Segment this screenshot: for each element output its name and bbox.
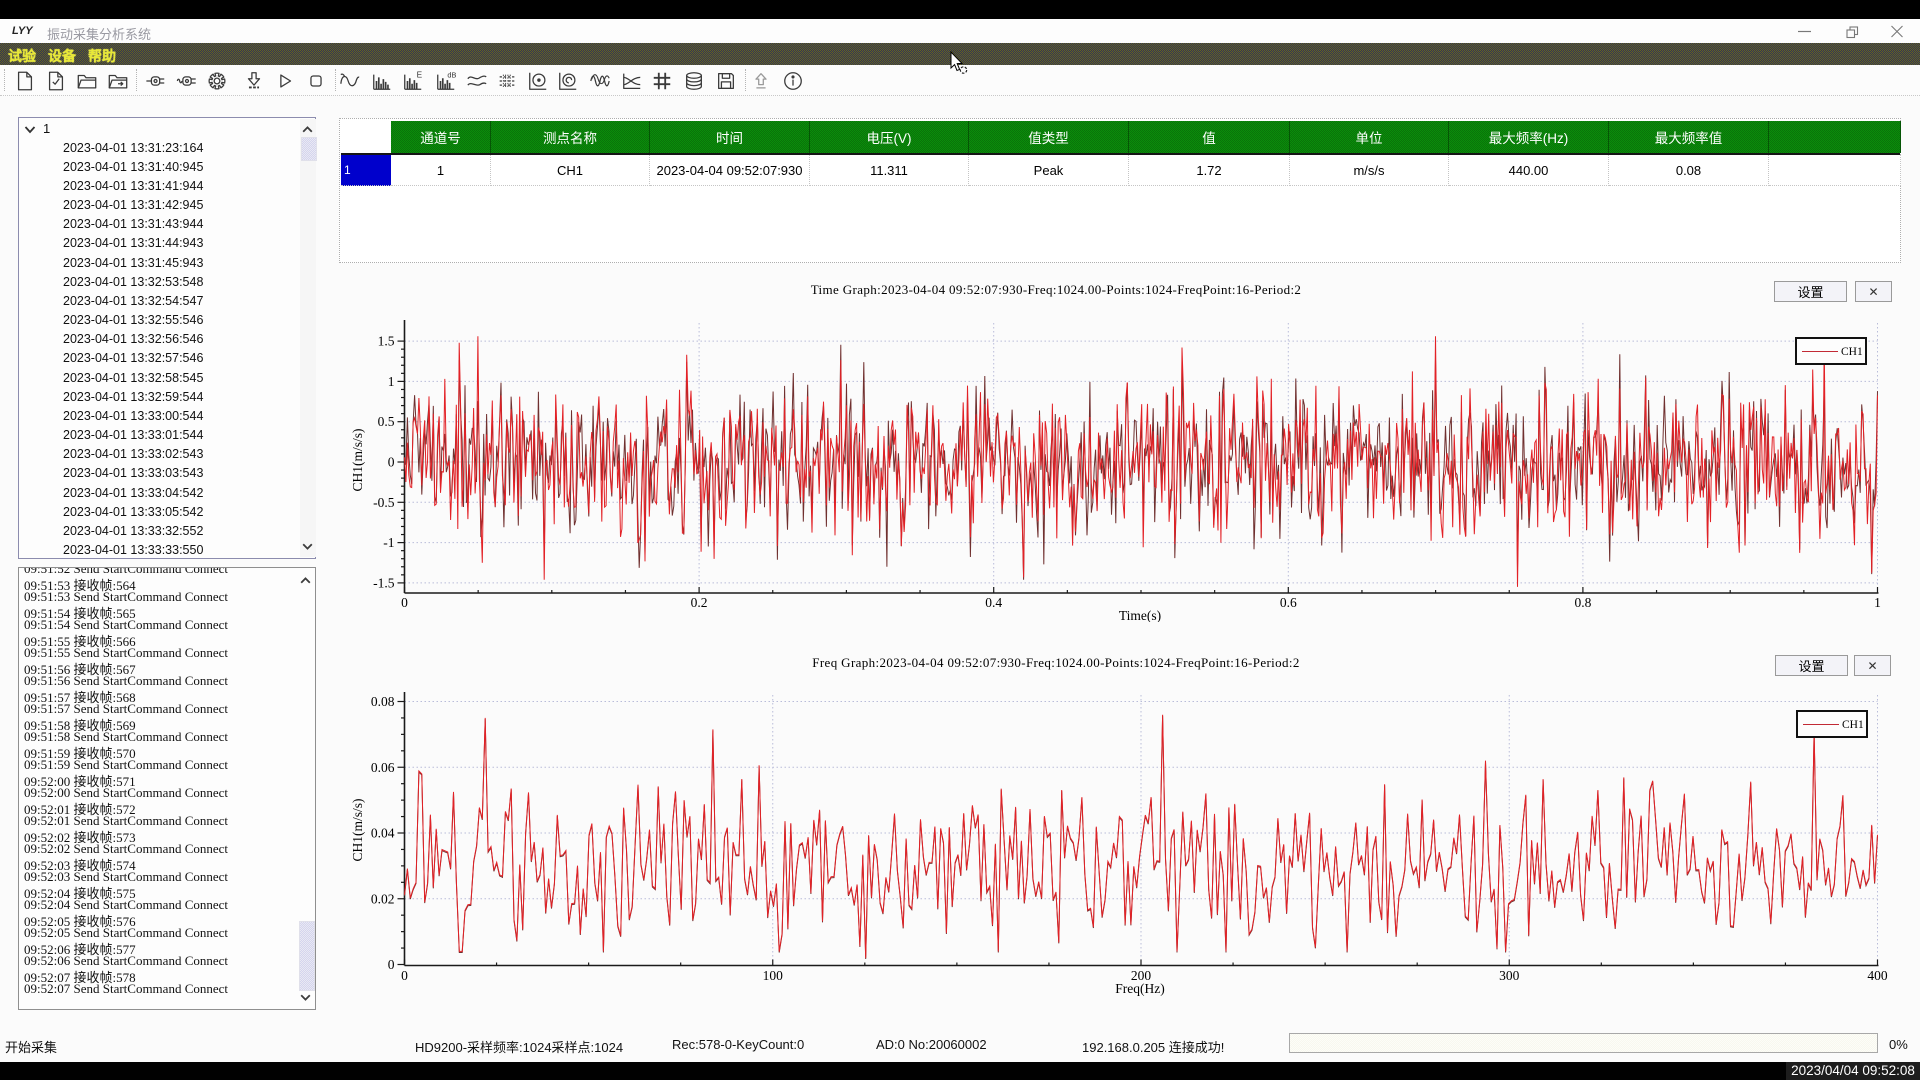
svg-text:0.6: 0.6 — [1280, 595, 1297, 610]
svg-text:1: 1 — [1874, 595, 1881, 610]
svg-text:-1.5: -1.5 — [373, 575, 395, 590]
svg-text:0.08: 0.08 — [371, 694, 395, 709]
svg-text:0.2: 0.2 — [691, 595, 708, 610]
svg-text:dB: dB — [447, 70, 456, 79]
svg-text:0.4: 0.4 — [985, 595, 1002, 610]
svg-text:0: 0 — [401, 968, 408, 983]
svg-text:Time(s): Time(s) — [1119, 608, 1161, 622]
svg-text:0: 0 — [388, 957, 395, 972]
svg-text:0.5: 0.5 — [378, 414, 395, 429]
svg-text:-0.5: -0.5 — [373, 495, 395, 510]
svg-text:0: 0 — [388, 455, 395, 470]
svg-text:Freq(Hz): Freq(Hz) — [1115, 981, 1164, 996]
svg-text:E: E — [417, 70, 423, 79]
svg-text:100: 100 — [763, 968, 784, 983]
svg-text:400: 400 — [1867, 968, 1888, 983]
svg-text:0.06: 0.06 — [371, 760, 395, 775]
svg-text:CH1(m/s/s): CH1(m/s/s) — [350, 428, 365, 491]
svg-text:1: 1 — [388, 374, 395, 389]
svg-text:0.02: 0.02 — [371, 891, 395, 906]
svg-text:1.5: 1.5 — [378, 334, 395, 349]
svg-text:CH1(m/s/s): CH1(m/s/s) — [350, 798, 365, 861]
svg-text:300: 300 — [1499, 968, 1520, 983]
svg-text:0.04: 0.04 — [371, 826, 395, 841]
svg-text:0: 0 — [401, 595, 408, 610]
svg-text:0.8: 0.8 — [1574, 595, 1591, 610]
svg-text:-1: -1 — [383, 535, 394, 550]
